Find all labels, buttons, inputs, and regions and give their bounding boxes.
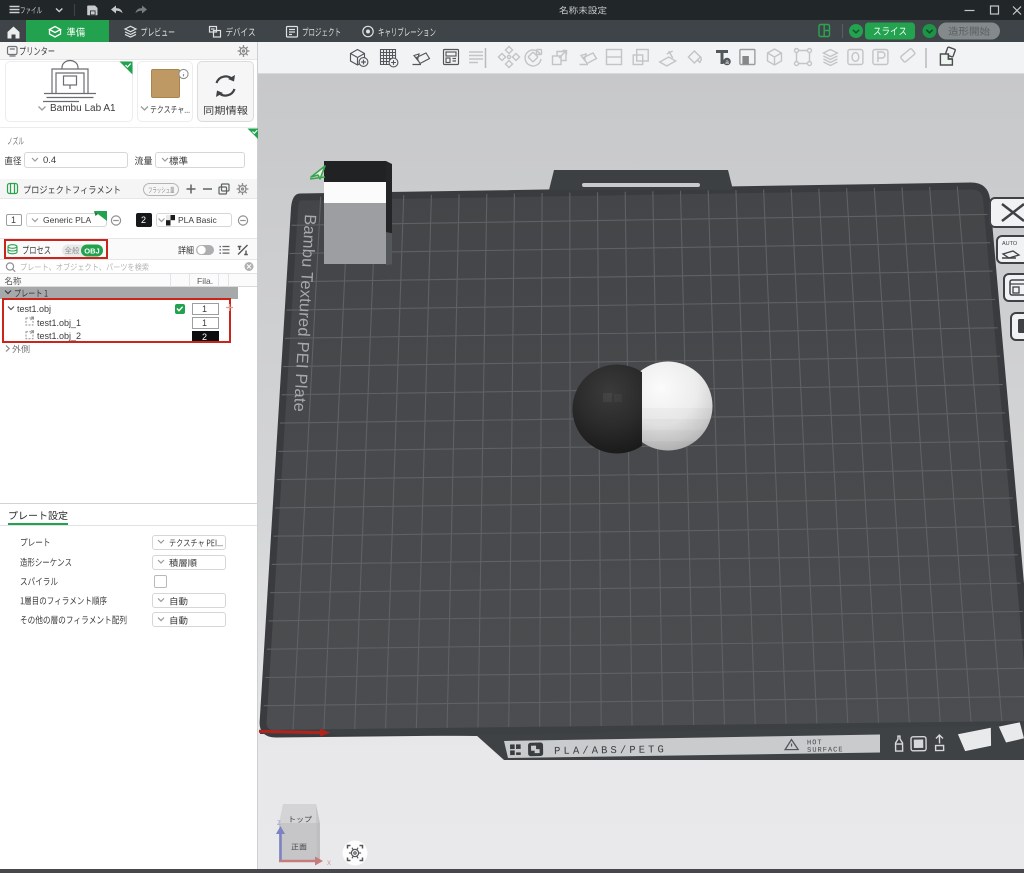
svg-text:OBJ: OBJ (84, 246, 99, 255)
